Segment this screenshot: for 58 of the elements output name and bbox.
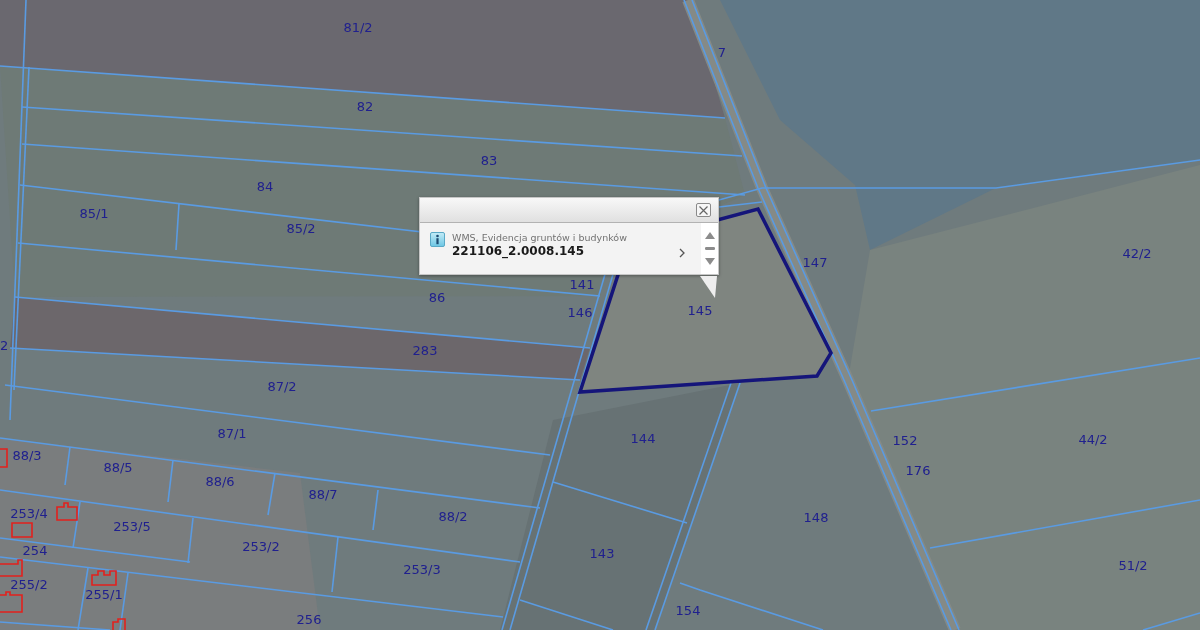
parcel-number: 85/2 xyxy=(286,221,316,235)
parcel-number: 86 xyxy=(428,290,446,304)
parcel-number: 2 xyxy=(0,338,9,352)
parcel-number: 146 xyxy=(567,305,593,319)
building-outline xyxy=(0,448,8,468)
parcel-number: 88/6 xyxy=(205,474,235,488)
chevron-right-icon xyxy=(679,248,685,258)
parcel-number: 87/2 xyxy=(267,379,297,393)
building-outline xyxy=(11,522,33,538)
parcel-number: 88/2 xyxy=(438,509,468,523)
building-outline xyxy=(56,502,78,521)
parcel-number: 253/4 xyxy=(10,506,48,520)
parcel-number: 144 xyxy=(630,431,656,445)
parcel-number: 254 xyxy=(22,543,48,557)
parcel-number: 253/5 xyxy=(113,519,151,533)
parcel-number: 82 xyxy=(356,99,374,113)
parcel-number: 88/7 xyxy=(308,487,338,501)
parcel-number: 7 xyxy=(717,45,727,59)
parcel-number: 152 xyxy=(892,433,918,447)
close-button[interactable] xyxy=(696,203,711,217)
building-outline xyxy=(0,591,23,613)
up-triangle-icon xyxy=(704,232,715,239)
parcel-number: 87/1 xyxy=(217,426,247,440)
minus-icon xyxy=(704,247,715,250)
parcel-number: 81/2 xyxy=(343,20,373,34)
parcel-number: 143 xyxy=(589,546,615,560)
parcel-number: 83 xyxy=(480,153,498,167)
building-outline xyxy=(112,618,126,630)
parcel-number: 141 xyxy=(569,277,595,291)
scroll-up-button[interactable] xyxy=(702,230,717,241)
parcel-number: 148 xyxy=(803,510,829,524)
details-button[interactable] xyxy=(677,246,687,260)
building-outline xyxy=(91,570,117,586)
parcel-number: 147 xyxy=(802,255,828,269)
down-triangle-icon xyxy=(704,258,715,265)
parcel-number: 256 xyxy=(296,612,322,626)
parcel-number: 88/3 xyxy=(12,448,42,462)
collapse-button[interactable] xyxy=(702,245,717,252)
parcel-number: 42/2 xyxy=(1122,246,1152,260)
parcel-number: 154 xyxy=(675,603,701,617)
parcel-number: 283 xyxy=(412,343,438,357)
scroll-down-button[interactable] xyxy=(702,256,717,267)
parcel-number: 176 xyxy=(905,463,931,477)
parcel-number: 88/5 xyxy=(103,460,133,474)
info-icon xyxy=(430,232,445,247)
parcel-number: 255/2 xyxy=(10,577,48,591)
parcel-number: 44/2 xyxy=(1078,432,1108,446)
parcel-number: 51/2 xyxy=(1118,558,1148,572)
parcel-number: 85/1 xyxy=(79,206,109,220)
parcel-number: 253/2 xyxy=(242,539,280,553)
parcel-number: 255/1 xyxy=(85,587,123,601)
parcel-number: 253/3 xyxy=(403,562,441,576)
parcel-id: 221106_2.0008.145 xyxy=(452,244,585,259)
layer-name: WMS, Evidencja gruntów i budynków xyxy=(452,232,628,244)
parcel-number: 145 xyxy=(687,303,713,317)
parcel-number: 84 xyxy=(256,179,274,193)
close-icon xyxy=(699,205,708,215)
building-outline xyxy=(0,559,23,577)
